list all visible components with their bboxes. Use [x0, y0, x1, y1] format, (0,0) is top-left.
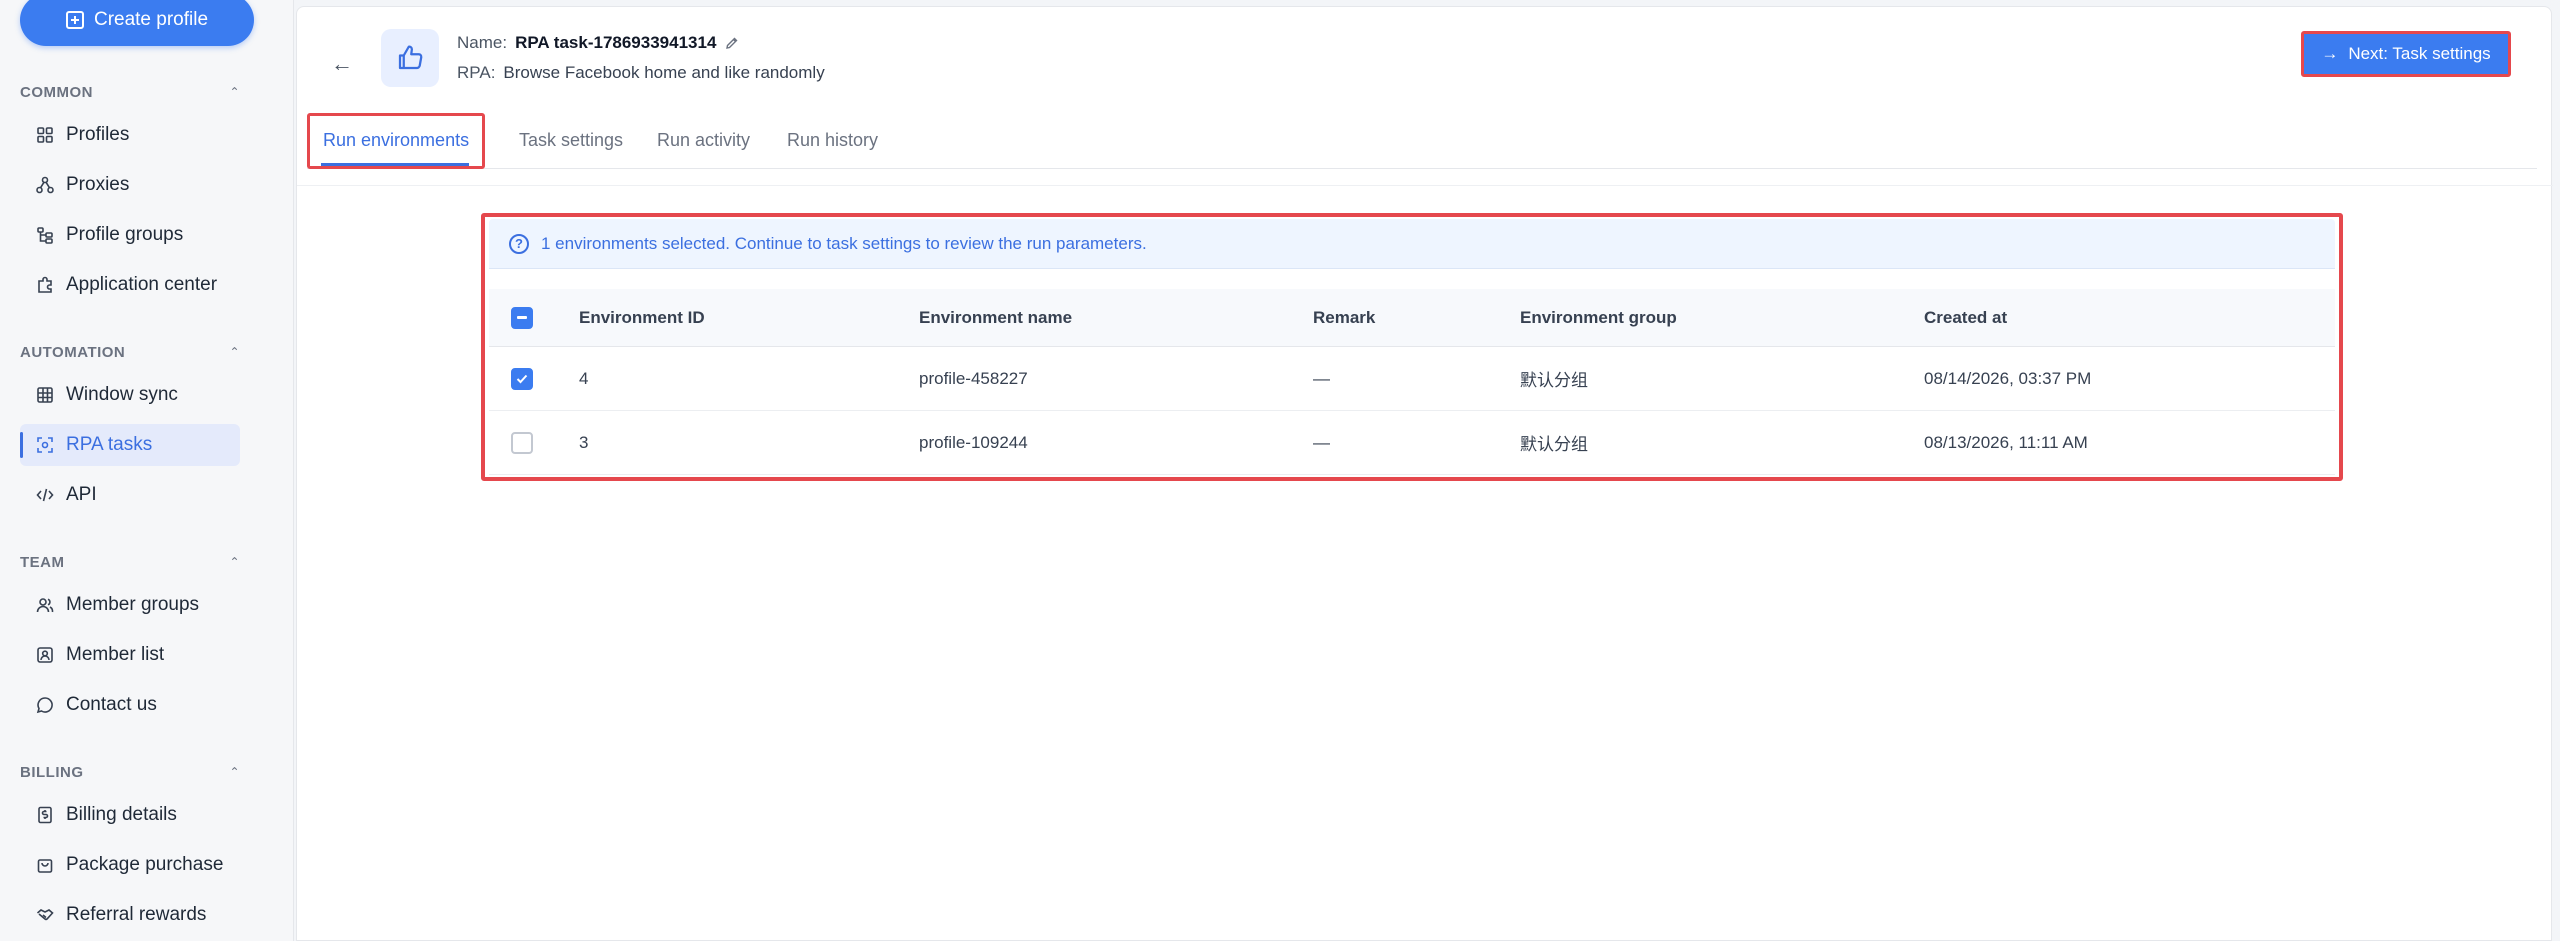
select-all-checkbox[interactable] [511, 306, 533, 329]
main-panel: ← Name: RPA task-1786933941314 RPA: Brow… [296, 6, 2553, 941]
sidebar-item-window-sync[interactable]: Window sync [20, 374, 240, 416]
tab-run-activity[interactable]: Run activity [657, 111, 750, 169]
puzzle-icon [38, 276, 52, 293]
handshake-icon [36, 909, 54, 921]
receipt-icon [38, 806, 52, 824]
row-checkbox[interactable] [511, 367, 533, 390]
next-task-settings-button[interactable]: → Next: Task settings [2301, 31, 2511, 77]
active-tab-underline [321, 163, 469, 166]
cell-environment-group: 默认分组 [1520, 435, 1588, 454]
create-profile-button[interactable]: Create profile [20, 0, 254, 46]
content-divider [297, 185, 2553, 186]
task-name-line: Name: RPA task-1786933941314 [457, 33, 740, 53]
section-common[interactable]: COMMON ⌃ [20, 82, 240, 102]
cell-environment-id: 3 [579, 432, 589, 452]
name-key: Name: [457, 33, 508, 52]
col-environment-name[interactable]: Environment name [919, 289, 1072, 346]
sidebar-item-proxies[interactable]: Proxies [20, 164, 240, 206]
network-icon [36, 176, 54, 194]
rpa-key: RPA: [457, 63, 496, 82]
table-grid-icon [37, 387, 53, 403]
sidebar-item-billing-details[interactable]: Billing details [20, 794, 240, 836]
table-header: Environment ID Environment name Remark E… [489, 289, 2335, 347]
task-name: RPA task-1786933941314 [515, 33, 717, 52]
grid-icon [37, 127, 53, 143]
arrow-right-icon: → [2321, 44, 2339, 63]
cell-environment-group: 默认分组 [1520, 371, 1588, 390]
sidebar-item-api[interactable]: API [20, 474, 240, 516]
sidebar-item-contact-us[interactable]: Contact us [20, 684, 240, 726]
thumbs-up-icon [398, 45, 423, 70]
chat-bubble-icon [36, 697, 53, 714]
cell-remark: — [1313, 432, 1330, 452]
col-created-at[interactable]: Created at [1924, 289, 2007, 346]
cell-environment-name: profile-109244 [919, 432, 1028, 452]
section-automation[interactable]: AUTOMATION ⌃ [20, 342, 240, 362]
next-button-label: Next: Task settings [2348, 44, 2491, 63]
contact-card-icon [37, 647, 53, 663]
col-remark[interactable]: Remark [1313, 289, 1375, 346]
col-environment-id[interactable]: Environment ID [579, 289, 705, 346]
tab-run-environments[interactable]: Run environments [323, 111, 469, 169]
rpa-value: Browse Facebook home and like randomly [503, 63, 825, 82]
info-banner: ? 1 environments selected. Continue to t… [489, 219, 2335, 269]
code-icon [36, 488, 54, 502]
folder-tree-icon [37, 227, 53, 244]
back-arrow-icon[interactable]: ← [331, 51, 353, 77]
users-icon [36, 598, 54, 613]
tab-run-history[interactable]: Run history [787, 111, 878, 169]
task-rpa-line: RPA: Browse Facebook home and like rando… [457, 63, 825, 83]
sidebar-item-profiles[interactable]: Profiles [20, 114, 240, 156]
info-text: 1 environments selected. Continue to tas… [541, 233, 1147, 253]
cell-environment-name: profile-458227 [919, 368, 1028, 388]
environments-table: ? 1 environments selected. Continue to t… [481, 213, 2343, 481]
sidebar: Create profile COMMON ⌃ Profiles Proxies … [0, 0, 294, 941]
section-team[interactable]: TEAM ⌃ [20, 552, 240, 572]
tab-task-settings[interactable]: Task settings [519, 111, 623, 169]
help-circle-icon: ? [509, 233, 529, 254]
cell-created-at: 08/14/2026, 03:37 PM [1924, 368, 2092, 388]
chevron-up-icon: ⌃ [229, 765, 240, 779]
row-select-cell [511, 347, 533, 410]
cell-environment-id: 4 [579, 368, 589, 388]
chevron-up-icon: ⌃ [229, 345, 240, 359]
table-row[interactable]: 4 profile-458227 — 默认分组 08/14/2026, 03:3… [489, 347, 2335, 411]
create-profile-label: Create profile [93, 9, 209, 30]
check-icon [516, 374, 528, 383]
sidebar-item-referral-rewards[interactable]: Referral rewards [20, 894, 240, 936]
sidebar-item-rpa-tasks[interactable]: RPA tasks [20, 424, 240, 466]
sidebar-item-application-center[interactable]: Application center [20, 264, 240, 306]
plus-square-icon [65, 11, 84, 29]
select-all-cell [511, 289, 533, 346]
row-checkbox[interactable] [511, 431, 533, 454]
cell-remark: — [1313, 368, 1330, 388]
col-environment-group[interactable]: Environment group [1520, 289, 1677, 346]
chevron-up-icon: ⌃ [229, 85, 240, 99]
edit-pencil-icon[interactable] [724, 35, 740, 51]
sidebar-item-member-list[interactable]: Member list [20, 634, 240, 676]
scan-icon [37, 437, 53, 453]
tab-bar: Run environments Task settings Run activ… [307, 111, 2537, 169]
cell-created-at: 08/13/2026, 11:11 AM [1924, 432, 2088, 452]
sidebar-item-profile-groups[interactable]: Profile groups [20, 214, 240, 256]
task-icon [381, 29, 439, 87]
shopping-bag-icon [37, 859, 53, 873]
sidebar-item-package-purchase[interactable]: Package purchase [20, 844, 240, 886]
section-billing[interactable]: BILLING ⌃ [20, 762, 240, 782]
table-row[interactable]: 3 profile-109244 — 默认分组 08/13/2026, 11:1… [489, 411, 2335, 475]
row-select-cell [511, 411, 533, 474]
chevron-up-icon: ⌃ [229, 555, 240, 569]
sidebar-item-member-groups[interactable]: Member groups [20, 584, 240, 626]
